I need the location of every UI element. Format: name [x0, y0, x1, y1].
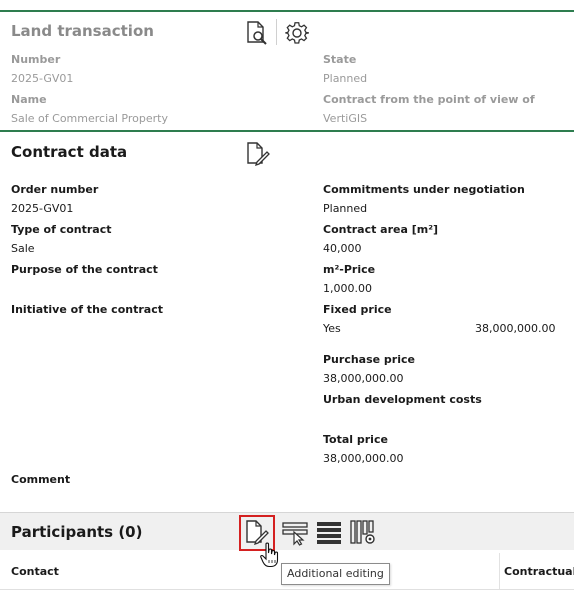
fixed-price-value: Yes: [323, 322, 341, 335]
commitments-label: Commitments under negotiation: [323, 183, 525, 196]
commitments-value: Planned: [323, 202, 368, 215]
state-value: Planned: [323, 72, 368, 85]
m2-price-value: 1,000.00: [323, 282, 372, 295]
name-label: Name: [11, 93, 47, 106]
m2-price-label: m²-Price: [323, 263, 376, 276]
comment-label: Comment: [11, 473, 71, 486]
state-label: State: [323, 53, 357, 66]
column-divider[interactable]: [499, 553, 500, 589]
additional-editing-tooltip: Additional editing: [281, 563, 390, 585]
fixed-price-amount: 38,000,000.00: [475, 322, 556, 335]
contract-area-label: Contract area [m²]: [323, 223, 439, 236]
contract-initiative-label: Initiative of the contract: [11, 303, 163, 316]
name-value: Sale of Commercial Property: [11, 112, 168, 125]
section-accent-line: [0, 130, 574, 132]
contract-data-title: Contract data: [11, 143, 128, 161]
purchase-price-label: Purchase price: [323, 353, 415, 366]
urban-costs-label: Urban development costs: [323, 393, 482, 406]
total-price-value: 38,000,000.00: [323, 452, 404, 465]
header-icon-divider: [276, 19, 277, 45]
order-number-value: 2025-GV01: [11, 202, 74, 215]
hand-cursor-icon: [260, 542, 280, 568]
contract-pov-label: Contract from the point of view of: [323, 93, 535, 106]
contract-type-value: Sale: [11, 242, 35, 255]
contract-pov-value: VertiGIS: [323, 112, 368, 125]
edit-document-icon[interactable]: [245, 141, 271, 167]
column-settings-icon[interactable]: [350, 520, 378, 546]
column-header-contact[interactable]: Contact: [11, 565, 59, 578]
page-title: Land transaction: [11, 22, 154, 40]
gear-icon[interactable]: [284, 20, 310, 46]
total-price-label: Total price: [323, 433, 388, 446]
contract-area-value: 40,000: [323, 242, 362, 255]
purchase-price-value: 38,000,000.00: [323, 372, 404, 385]
column-header-contractual[interactable]: Contractual: [504, 565, 574, 578]
participants-title: Participants (0): [11, 523, 143, 541]
select-feature-icon[interactable]: [282, 520, 310, 546]
order-number-label: Order number: [11, 183, 99, 196]
top-accent-line: [0, 10, 574, 12]
contract-purpose-label: Purpose of the contract: [11, 263, 158, 276]
document-search-icon[interactable]: [245, 20, 269, 46]
list-icon[interactable]: [316, 521, 342, 545]
fixed-price-label: Fixed price: [323, 303, 392, 316]
contract-type-label: Type of contract: [11, 223, 112, 236]
number-label: Number: [11, 53, 61, 66]
number-value: 2025-GV01: [11, 72, 74, 85]
